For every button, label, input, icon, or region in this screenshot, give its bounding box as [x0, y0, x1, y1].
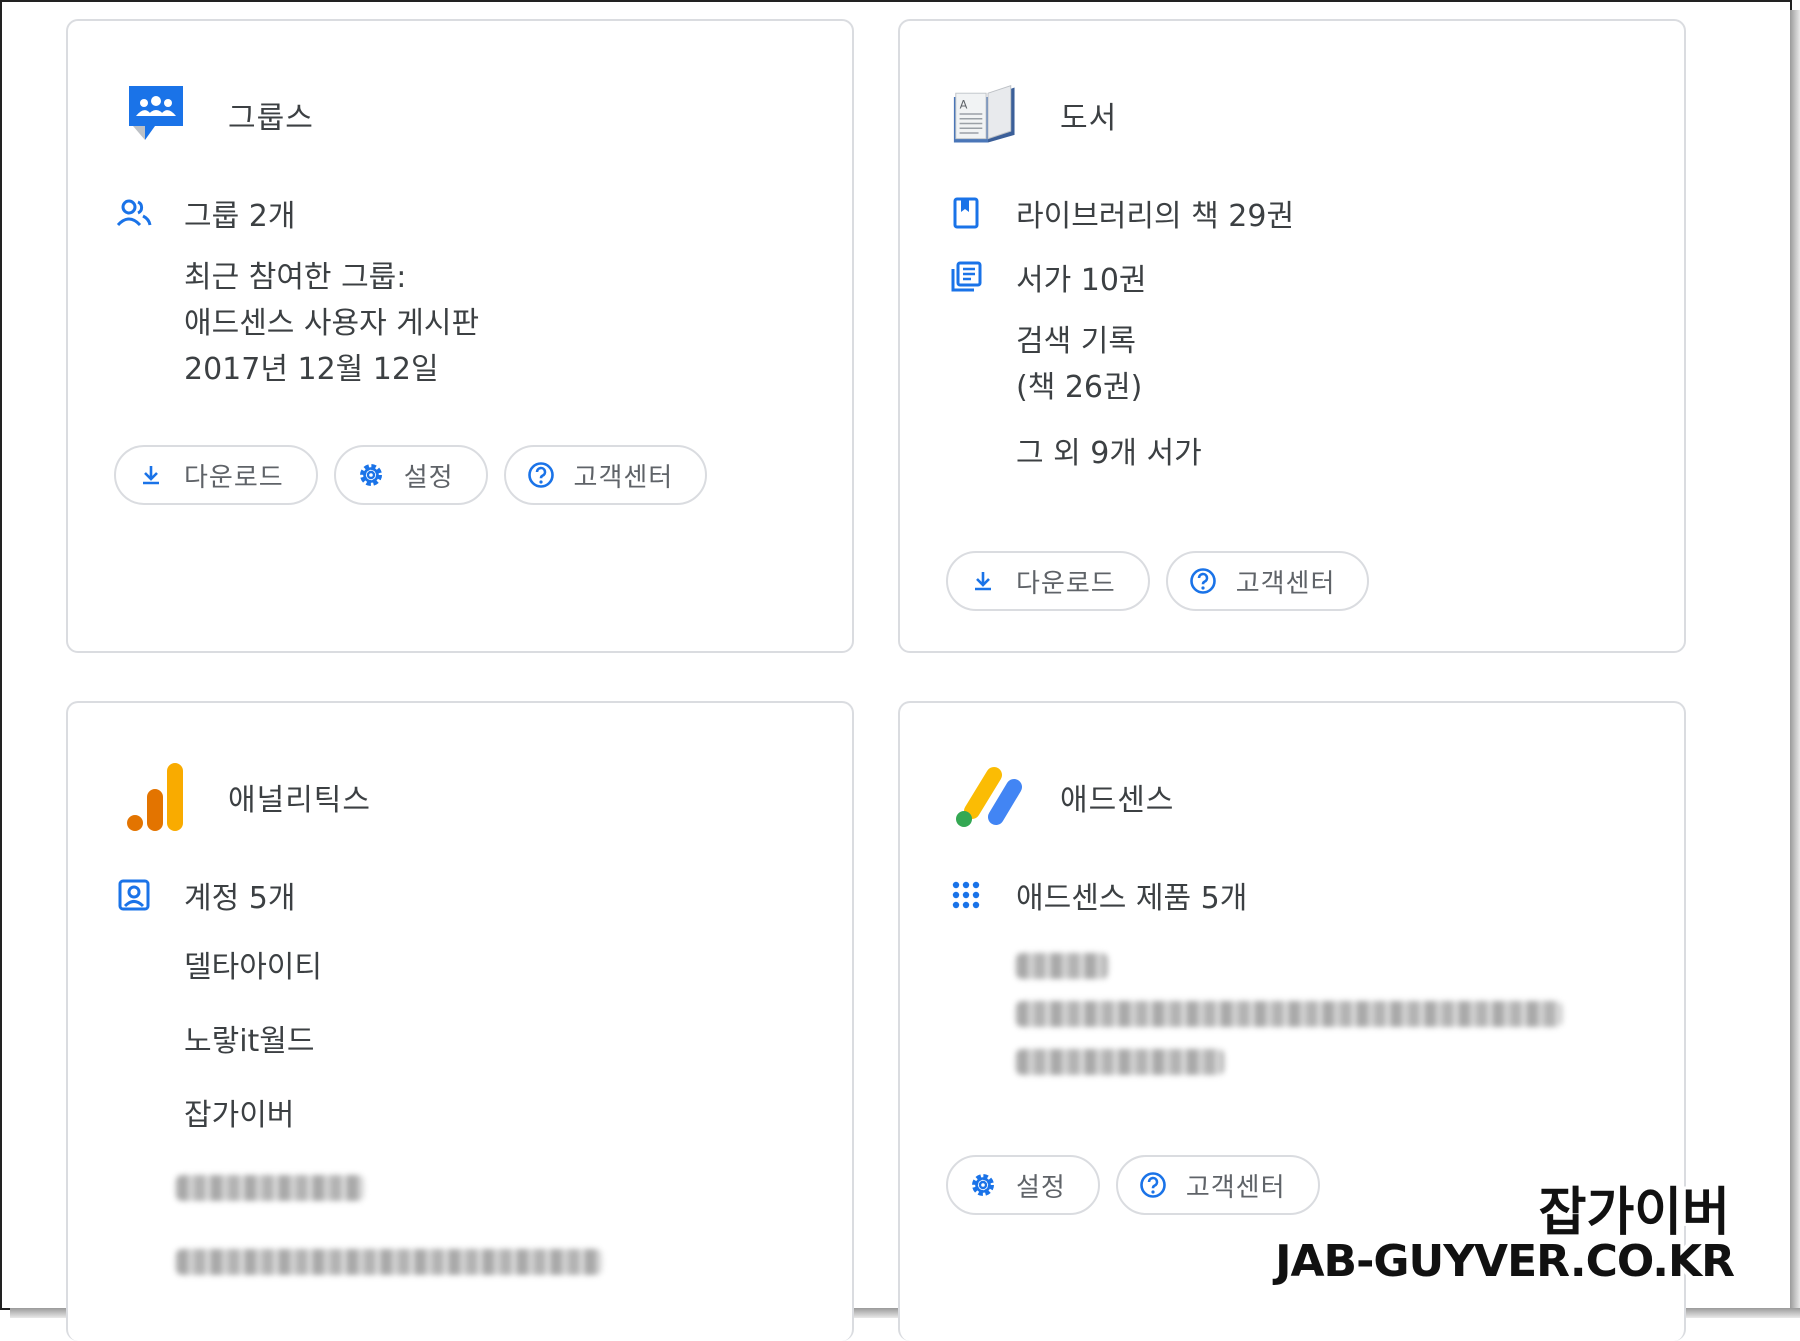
books-library-row: 라이브러리의 책 29권 [946, 191, 1294, 235]
adsense-settings-button[interactable]: 설정 [946, 1155, 1100, 1215]
blurred-account-url [176, 1249, 602, 1275]
groups-help-button[interactable]: 고객센터 [503, 445, 708, 505]
svg-text:A: A [960, 97, 968, 111]
library-books-icon [946, 257, 986, 297]
analytics-card: 애널리틱스 계정 5개 델타아이티 노랗it월드 잡가이버 [66, 701, 854, 1341]
groups-recent-name: 애드센스 사용자 게시판 [184, 306, 480, 341]
adsense-title: 애드센스 [1060, 783, 1175, 818]
watermark-site: JAB-GUYVER.CO.KR [1275, 1236, 1735, 1287]
google-adsense-logo-icon [952, 761, 1024, 833]
books-other-shelves: 그 외 9개 서가 [1016, 436, 1202, 471]
adsense-actions: 설정 고객센터 [946, 1155, 1320, 1215]
analytics-accounts: 계정 5개 [184, 881, 296, 916]
groups-download-label: 다운로드 [184, 462, 284, 493]
books-help-label: 고객센터 [1235, 568, 1336, 599]
books-header: A 도서 [952, 75, 1117, 155]
books-library: 라이브러리의 책 29권 [1016, 199, 1295, 234]
people-icon [114, 193, 154, 233]
adsense-help-button[interactable]: 고객센터 [1115, 1155, 1320, 1215]
blurred-product-status [1016, 1049, 1224, 1075]
groups-header: 그룹스 [120, 75, 314, 155]
adsense-help-label: 고객센터 [1185, 1172, 1286, 1203]
books-actions: 다운로드 고객센터 [946, 551, 1370, 611]
apps-grid-icon [946, 875, 986, 915]
analytics-header: 애널리틱스 [120, 757, 371, 837]
account-box-icon [114, 875, 154, 915]
adsense-settings-label: 설정 [1016, 1172, 1066, 1203]
groups-recent-label: 최근 참여한 그룹: [184, 260, 407, 295]
download-icon [968, 566, 998, 596]
watermark-name: 잡가이버 [1538, 1183, 1730, 1243]
groups-actions: 다운로드 설정 고객센터 [114, 445, 708, 505]
groups-help-label: 고객센터 [573, 462, 674, 493]
google-analytics-logo-icon [120, 761, 192, 833]
groups-card: 그룹스 그룹 2개 최근 참여한 그룹: 애드센스 사용자 게시판 2017년 … [66, 19, 854, 653]
adsense-products-row: 애드센스 제품 5개 [946, 873, 1247, 917]
groups-recent-date: 2017년 12월 12일 [184, 352, 439, 387]
groups-title: 그룹스 [228, 101, 314, 136]
groups-count: 그룹 2개 [184, 199, 296, 234]
google-groups-logo-icon [120, 79, 192, 151]
adsense-products: 애드센스 제품 5개 [1016, 881, 1248, 916]
analytics-accounts-row: 계정 5개 [114, 873, 295, 917]
groups-settings-label: 설정 [403, 462, 454, 493]
help-icon [1138, 1170, 1168, 1200]
analytics-account-item: 델타아이티 [184, 950, 322, 985]
books-download-label: 다운로드 [1016, 568, 1116, 599]
books-shelves-row: 서가 10권 [946, 255, 1147, 299]
books-help-button[interactable]: 고객센터 [1165, 551, 1370, 611]
adsense-header: 애드센스 [952, 757, 1174, 837]
help-icon [1188, 566, 1218, 596]
books-shelves: 서가 10권 [1016, 263, 1147, 298]
analytics-account-item: 노랗it월드 [184, 1024, 315, 1059]
analytics-title: 애널리틱스 [228, 783, 371, 818]
frame-shadow-right [1790, 10, 1800, 1318]
groups-count-row: 그룹 2개 [114, 191, 295, 235]
books-download-button[interactable]: 다운로드 [946, 551, 1150, 611]
groups-download-button[interactable]: 다운로드 [114, 445, 318, 505]
groups-settings-button[interactable]: 설정 [333, 445, 488, 505]
gear-icon [968, 1170, 998, 1200]
books-card: A 도서 라이브러리의 책 29권 서가 10권 검색 기록 (책 26권) 그… [898, 19, 1686, 653]
download-icon [136, 460, 166, 490]
help-icon [526, 460, 556, 490]
google-books-logo-icon: A [952, 79, 1024, 151]
book-icon [946, 193, 986, 233]
gear-icon [356, 460, 386, 490]
books-title: 도서 [1060, 101, 1118, 136]
analytics-account-item: 잡가이버 [184, 1098, 295, 1133]
blurred-account-name [176, 1175, 364, 1201]
blurred-product-detail [1016, 1001, 1562, 1027]
books-history-count: (책 26권) [1016, 370, 1143, 405]
blurred-product-name [1016, 953, 1108, 979]
books-history-label: 검색 기록 [1016, 324, 1136, 359]
